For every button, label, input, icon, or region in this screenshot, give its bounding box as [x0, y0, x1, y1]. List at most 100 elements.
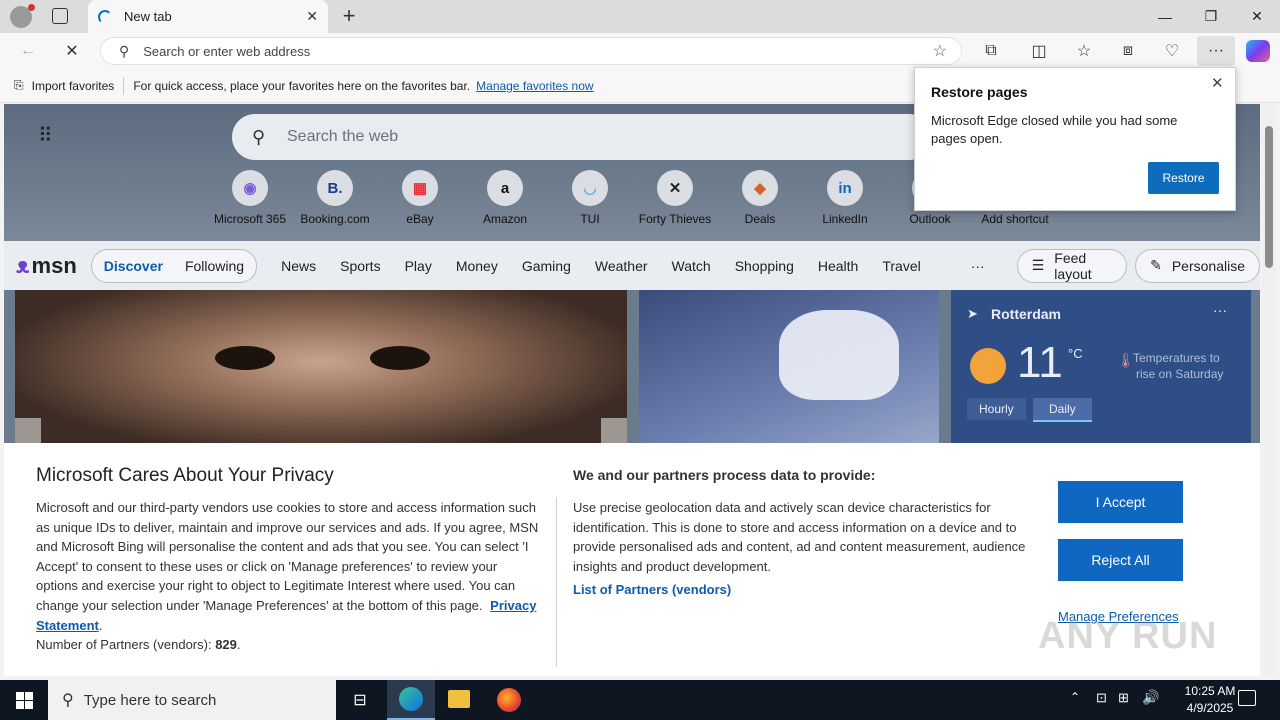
web-search-box[interactable]: ⚲ Search the web	[232, 114, 932, 160]
stop-loading-icon[interactable]: ✕	[56, 36, 88, 66]
collections-icon[interactable]: ⧈	[1112, 36, 1144, 66]
shortcut-icon: ◆	[742, 170, 778, 206]
restore-pages-popup: Restore pages ✕ Microsoft Edge closed wh…	[914, 67, 1236, 211]
minimize-button[interactable]: —	[1142, 0, 1188, 33]
edge-taskbar-icon[interactable]	[387, 680, 435, 720]
start-button[interactable]	[0, 680, 48, 720]
hero-story-card[interactable]	[15, 290, 627, 450]
action-center-icon[interactable]	[1238, 690, 1256, 706]
restore-button[interactable]: ❐	[1188, 0, 1234, 33]
nav-play[interactable]: Play	[405, 258, 432, 274]
feed-layout-button[interactable]: ☰ Feed layout	[1016, 248, 1128, 283]
search-icon: ⚲	[62, 692, 74, 709]
network-icon[interactable]: ⊞	[1118, 690, 1129, 706]
notification-dot	[28, 4, 35, 11]
shortcut-forty-thieves[interactable]: ✕ Forty Thieves	[634, 170, 716, 226]
shortcut-deals[interactable]: ◆ Deals	[719, 170, 801, 226]
msn-logo[interactable]: ᴥ msn	[16, 253, 77, 279]
address-bar[interactable]: ⚲ Search or enter web address ☆	[100, 37, 962, 65]
scrollbar-thumb[interactable]	[1265, 126, 1273, 268]
location-icon: ➤	[967, 306, 978, 321]
list-of-partners-link[interactable]: List of Partners (vendors)	[573, 582, 731, 597]
wolves-story-card[interactable]	[639, 290, 939, 450]
shortcut-linkedin[interactable]: in LinkedIn	[804, 170, 886, 226]
tray-device-icon[interactable]: ⊡	[1096, 690, 1107, 706]
nav-travel[interactable]: Travel	[882, 258, 920, 274]
weather-more-icon[interactable]: ···	[1213, 302, 1227, 318]
shortcut-label: Amazon	[482, 212, 528, 226]
weather-card[interactable]: ➤ Rotterdam ··· 11 °C 🌡 Temperatures to …	[951, 290, 1251, 450]
msn-more-icon[interactable]: ···	[971, 258, 985, 274]
nav-watch[interactable]: Watch	[672, 258, 711, 274]
shortcut-booking-com[interactable]: B. Booking.com	[294, 170, 376, 226]
nav-weather[interactable]: Weather	[595, 258, 648, 274]
shortcut-amazon[interactable]: a Amazon	[464, 170, 546, 226]
split-screen-icon[interactable]: ◫	[1023, 36, 1055, 66]
weather-hourly-tab[interactable]: Hourly	[967, 398, 1026, 420]
nav-health[interactable]: Health	[818, 258, 858, 274]
msn-tab-group: Discover Following	[90, 248, 258, 283]
task-view-icon[interactable]: ⊟	[344, 690, 376, 712]
personalise-button[interactable]: ✎ Personalise	[1135, 248, 1260, 283]
volume-icon[interactable]: 🔊	[1142, 689, 1159, 706]
favorite-star-icon[interactable]: ☆	[933, 41, 947, 61]
close-window-button[interactable]: ✕	[1234, 0, 1280, 33]
weather-daily-tab[interactable]: Daily	[1033, 398, 1092, 422]
loading-icon	[98, 9, 112, 24]
shortcut-label: LinkedIn	[822, 212, 868, 226]
copilot-icon[interactable]	[1246, 40, 1270, 62]
tab-title: New tab	[124, 9, 172, 24]
windows-logo-icon	[15, 691, 33, 709]
page-scrollbar[interactable]	[1262, 104, 1276, 676]
privacy-divider	[556, 497, 557, 667]
nav-sports[interactable]: Sports	[340, 258, 380, 274]
search-icon: ⚲	[252, 126, 266, 147]
apps-launcher-icon[interactable]: ⠿	[38, 126, 58, 146]
tab-new-tab[interactable]: New tab ✕	[88, 0, 328, 33]
sun-icon	[970, 348, 1006, 384]
watermark: ANY RUN	[1038, 615, 1218, 657]
import-favorites-icon[interactable]: ⎘	[14, 78, 24, 93]
weather-unit[interactable]: °C	[1068, 346, 1083, 361]
import-favorites-button[interactable]: Import favorites	[32, 79, 115, 93]
restore-button[interactable]: Restore	[1148, 162, 1219, 194]
privacy-banner: Microsoft Cares About Your Privacy Micro…	[4, 443, 1260, 676]
weather-note-2: rise on Saturday	[1136, 367, 1224, 381]
back-icon[interactable]: ←	[12, 36, 44, 66]
shortcut-tui[interactable]: ◡ TUI	[549, 170, 631, 226]
tab-following[interactable]: Following	[185, 258, 244, 274]
nav-news[interactable]: News	[281, 258, 316, 274]
shortcut-label: Outlook	[909, 212, 951, 226]
tab-actions-icon[interactable]	[52, 8, 68, 24]
shortcut-icon: ✕	[657, 170, 693, 206]
popup-close-icon[interactable]: ✕	[1211, 74, 1224, 92]
shortcut-icon: ◡	[572, 170, 608, 206]
shortcut-label: TUI	[580, 212, 600, 226]
tab-discover[interactable]: Discover	[104, 258, 163, 274]
manage-favorites-link[interactable]: Manage favorites now	[476, 79, 593, 93]
browser-essentials-icon[interactable]: ♡	[1156, 36, 1188, 66]
shortcut-microsoft-365[interactable]: ◉ Microsoft 365	[209, 170, 291, 226]
shortcut-icon: ◉	[232, 170, 268, 206]
accept-button[interactable]: I Accept	[1058, 481, 1183, 523]
shortcut-icon: ▦	[402, 170, 438, 206]
taskbar-search[interactable]: ⚲ Type here to search	[48, 680, 336, 720]
favorites-icon[interactable]: ☆	[1068, 36, 1100, 66]
nav-shopping[interactable]: Shopping	[735, 258, 794, 274]
eye-right	[370, 346, 430, 370]
settings-more-icon[interactable]: ···	[1197, 36, 1235, 66]
nav-gaming[interactable]: Gaming	[522, 258, 571, 274]
msn-butterfly-icon: ᴥ	[16, 252, 30, 278]
new-tab-button[interactable]: +	[338, 4, 360, 28]
tray-chevron-icon[interactable]: ⌃	[1070, 690, 1080, 704]
file-explorer-icon[interactable]	[448, 690, 470, 708]
tab-close-icon[interactable]: ✕	[306, 8, 318, 25]
personalise-icon: ✎	[1150, 257, 1162, 273]
firefox-icon[interactable]	[497, 688, 521, 712]
shortcut-ebay[interactable]: ▦ eBay	[379, 170, 461, 226]
nav-money[interactable]: Money	[456, 258, 498, 274]
shortcut-label: Booking.com	[300, 212, 370, 226]
reject-all-button[interactable]: Reject All	[1058, 539, 1183, 581]
weather-city[interactable]: Rotterdam	[991, 306, 1061, 322]
extensions-icon[interactable]: ⧉	[975, 36, 1007, 66]
